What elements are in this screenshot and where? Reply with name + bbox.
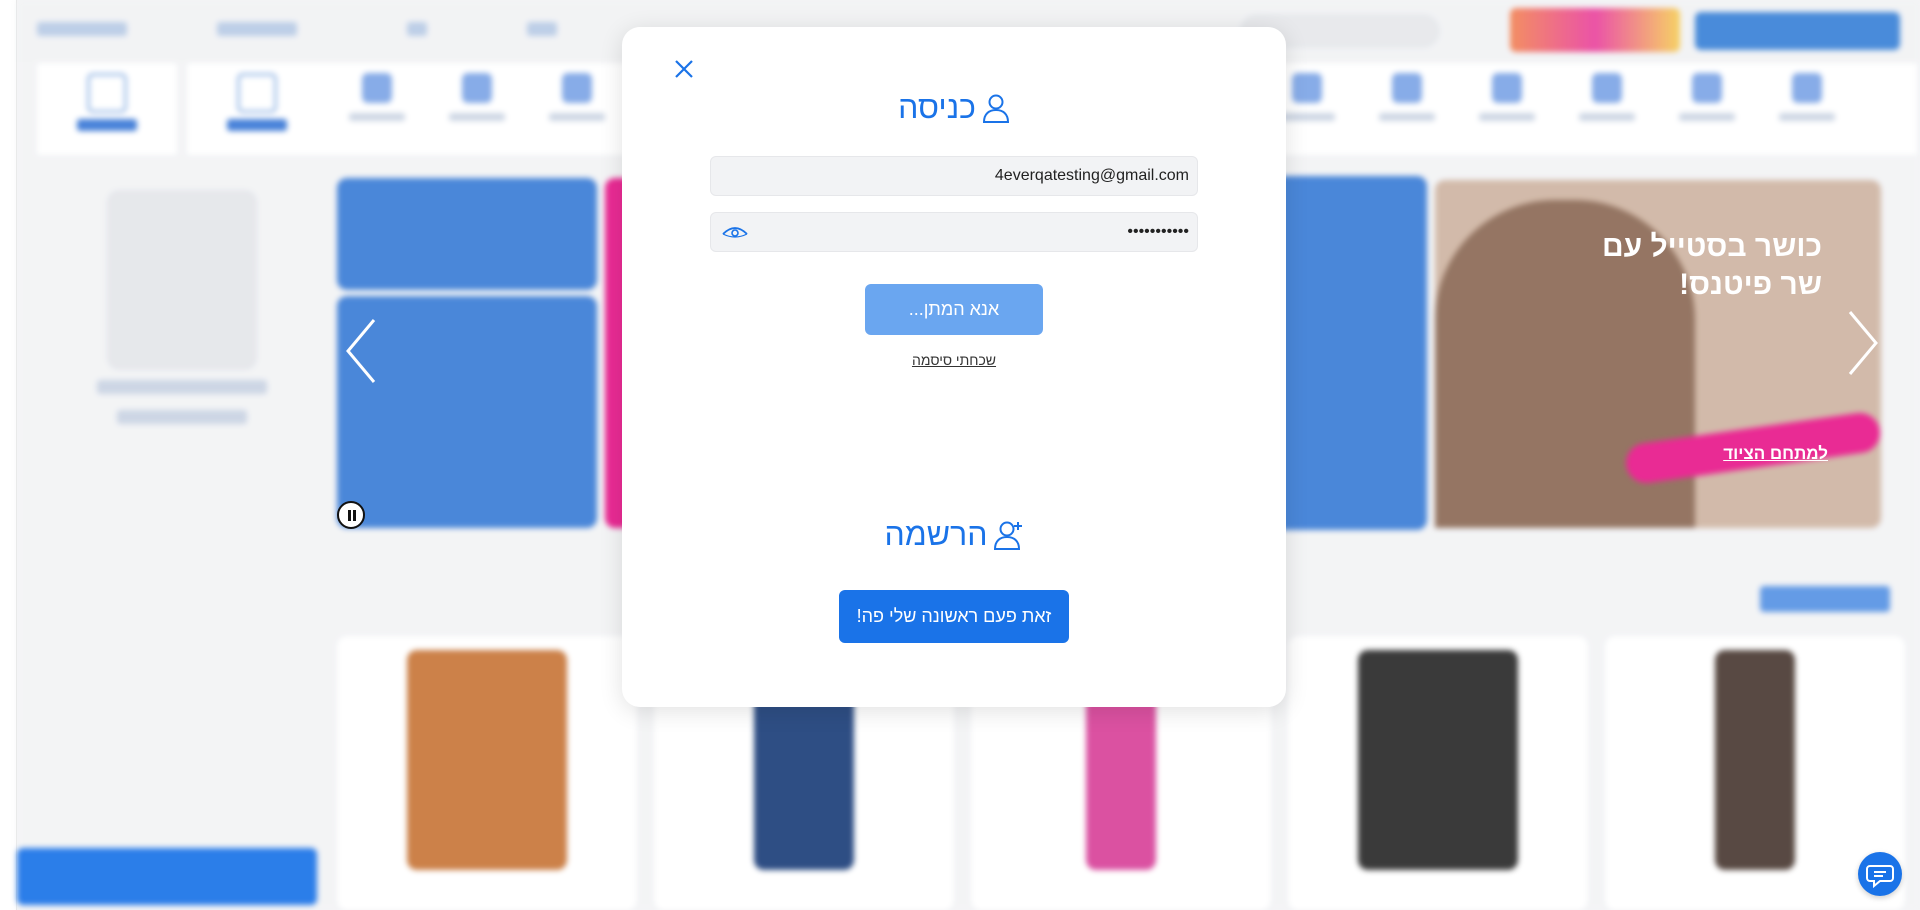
- chat-button[interactable]: [1858, 852, 1902, 896]
- login-header: כניסה: [622, 89, 1286, 126]
- login-title: כניסה: [898, 89, 976, 125]
- password-field-wrapper: [710, 212, 1198, 252]
- login-submit-button[interactable]: אנא המתן...: [865, 284, 1043, 335]
- forgot-password-link[interactable]: שכחתי סיסמה: [622, 352, 1286, 368]
- banner-cta-link[interactable]: למתחם הציוד: [1723, 444, 1828, 464]
- close-icon[interactable]: [672, 57, 696, 81]
- banner-slogan: כושר בסטייל עם שר פיטנס!: [1602, 230, 1822, 301]
- eye-icon[interactable]: [721, 222, 749, 242]
- user-icon: [982, 94, 1009, 123]
- chevron-left-icon[interactable]: [342, 316, 382, 386]
- register-title: הרשמה: [884, 516, 988, 552]
- register-button[interactable]: זאת פעם ראשונה שלי פה!: [839, 590, 1069, 643]
- chat-icon: [1866, 865, 1894, 889]
- user-plus-icon: [993, 521, 1022, 550]
- password-field[interactable]: [749, 213, 1189, 251]
- pause-icon[interactable]: [337, 501, 365, 529]
- email-field[interactable]: [719, 157, 1189, 195]
- login-modal: כניסה אנא המתן... שכחתי סיסמה הרשמה זאת …: [622, 27, 1286, 707]
- register-header: הרשמה: [622, 516, 1286, 553]
- email-field-wrapper: [710, 156, 1198, 196]
- chevron-right-icon[interactable]: [1842, 308, 1882, 378]
